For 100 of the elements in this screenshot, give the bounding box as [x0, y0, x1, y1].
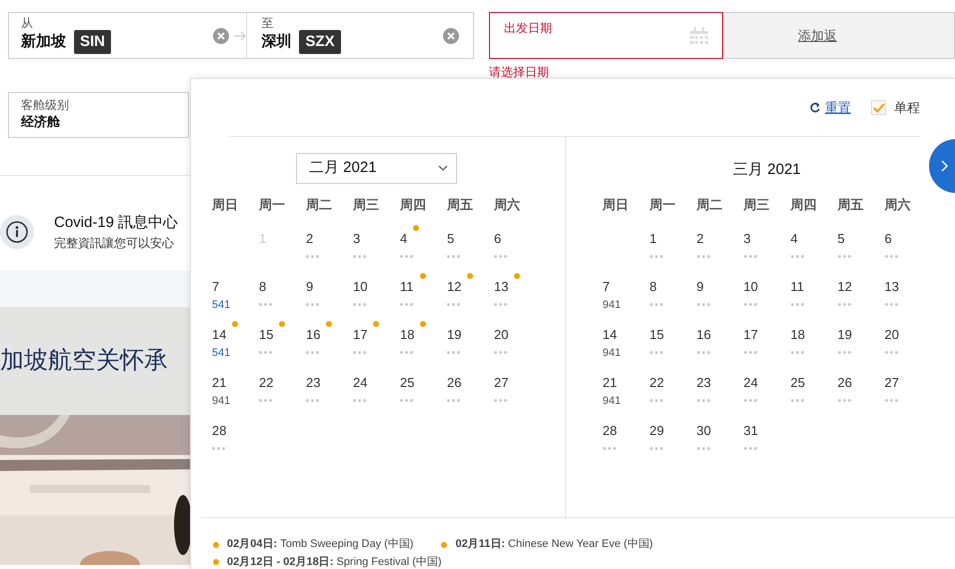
calendar-icon — [690, 27, 708, 44]
day-number[interactable]: 27 — [494, 373, 508, 392]
day-number[interactable]: 7 — [602, 277, 610, 296]
loading-dots-icon — [696, 398, 710, 402]
day-number[interactable]: 16 — [696, 325, 711, 344]
loading-dots-icon — [353, 398, 366, 402]
day-number[interactable]: 14 — [602, 325, 617, 344]
day-number[interactable]: 17 — [744, 325, 758, 344]
day-number[interactable]: 13 — [494, 277, 508, 296]
day-number[interactable]: 22 — [650, 373, 664, 392]
day-number[interactable]: 13 — [884, 277, 899, 296]
one-way-checkbox[interactable] — [871, 100, 886, 115]
day-number[interactable]: 23 — [306, 373, 320, 392]
loading-dots-icon — [447, 254, 460, 258]
day-number[interactable]: 31 — [744, 421, 758, 440]
day-number[interactable]: 11 — [400, 277, 414, 296]
day-number[interactable]: 9 — [696, 277, 704, 296]
loading-dots-icon — [650, 350, 662, 354]
day-number[interactable]: 17 — [353, 325, 368, 344]
day-number[interactable]: 3 — [744, 229, 751, 248]
day-number[interactable]: 24 — [744, 373, 758, 392]
day-number[interactable]: 15 — [259, 325, 274, 344]
day-number[interactable]: 25 — [400, 373, 414, 392]
loading-dots-icon — [838, 398, 850, 402]
loading-dots-icon — [744, 350, 756, 354]
loading-dots-icon — [650, 398, 662, 402]
loading-dots-icon — [884, 302, 898, 306]
holiday-legend: 02月04日: Tomb Sweeping Day (中国) — [227, 536, 414, 554]
loading-dots-icon — [744, 254, 756, 258]
day-number[interactable]: 25 — [790, 373, 805, 392]
route-field[interactable]: 从 新加坡 SIN 至 深圳 SZX — [8, 12, 474, 59]
covid-banner[interactable]: Covid-19 訊息中心 完整資訊讓您可以安心 — [0, 194, 190, 270]
loading-dots-icon — [212, 446, 225, 450]
reset-link[interactable]: 重置 — [825, 98, 851, 118]
day-number[interactable]: 18 — [400, 325, 414, 344]
day-number[interactable]: 28 — [212, 421, 226, 440]
loading-dots-icon — [400, 302, 413, 306]
day-number[interactable]: 8 — [259, 277, 266, 296]
day-number[interactable]: 11 — [790, 277, 804, 296]
day-number[interactable]: 9 — [306, 277, 314, 296]
city-name: 深圳 — [261, 32, 292, 52]
day-number[interactable]: 12 — [447, 277, 462, 296]
day-number[interactable]: 23 — [696, 373, 711, 392]
day-number[interactable]: 4 — [790, 229, 798, 248]
day-number[interactable]: 7 — [212, 277, 220, 296]
day-number[interactable]: 20 — [494, 325, 508, 344]
day-number[interactable]: 8 — [650, 277, 657, 296]
field-label: 客舱级别 — [21, 98, 70, 112]
day-number[interactable]: 21 — [212, 373, 226, 392]
day-number[interactable]: 14 — [212, 325, 226, 344]
day-number[interactable]: 20 — [884, 325, 899, 344]
day-number[interactable]: 6 — [494, 229, 502, 248]
day-number[interactable]: 12 — [838, 277, 852, 296]
loading-dots-icon — [790, 254, 804, 258]
day-number[interactable]: 16 — [306, 325, 320, 344]
loading-dots-icon — [400, 398, 413, 402]
day-number[interactable]: 2 — [306, 229, 314, 248]
loading-dots-icon — [790, 350, 804, 354]
loading-dots-icon — [494, 302, 507, 306]
add-return-link[interactable]: 添加返 — [798, 26, 837, 46]
weekday-label: 周三 — [744, 196, 770, 214]
day-number[interactable]: 4 — [400, 229, 408, 248]
day-number[interactable]: 29 — [650, 421, 664, 440]
clear-icon[interactable] — [213, 28, 230, 44]
day-number[interactable]: 26 — [447, 373, 462, 392]
day-number[interactable]: 5 — [447, 229, 454, 248]
day-number[interactable]: 22 — [259, 373, 274, 392]
fare-price: 541 — [212, 298, 230, 312]
loading-dots-icon — [650, 446, 662, 450]
day-number[interactable]: 18 — [790, 325, 805, 344]
day-number[interactable]: 28 — [602, 421, 617, 440]
day-number[interactable]: 24 — [353, 373, 368, 392]
loading-dots-icon — [400, 254, 413, 258]
weekday-label: 周日 — [602, 196, 628, 214]
clear-icon[interactable] — [443, 28, 460, 44]
day-number[interactable]: 1 — [650, 229, 657, 248]
day-number[interactable]: 10 — [353, 277, 368, 296]
departure-date-field[interactable]: 出发日期 — [489, 12, 723, 59]
day-number[interactable]: 10 — [744, 277, 758, 296]
day-number[interactable]: 27 — [884, 373, 899, 392]
day-number[interactable]: 6 — [884, 229, 892, 248]
airport-code: SIN — [74, 30, 112, 54]
day-number[interactable]: 15 — [650, 325, 664, 344]
day-number[interactable]: 5 — [838, 229, 845, 248]
day-number[interactable]: 19 — [838, 325, 852, 344]
holiday-dot-icon — [441, 542, 448, 548]
day-number[interactable]: 21 — [602, 373, 617, 392]
day-number[interactable]: 2 — [696, 229, 704, 248]
day-number[interactable]: 26 — [838, 373, 852, 392]
holiday-legend: 02月11日: Chinese New Year Eve (中国) — [455, 536, 653, 554]
month-select[interactable]: 二月 2021 — [296, 153, 457, 184]
day-number[interactable]: 3 — [353, 229, 360, 248]
loading-dots-icon — [259, 350, 272, 354]
day-number[interactable]: 19 — [447, 325, 462, 344]
field-label: 至 — [261, 16, 274, 30]
day-number[interactable]: 30 — [696, 421, 711, 440]
refresh-icon[interactable] — [810, 102, 821, 113]
chevron-down-icon — [438, 165, 448, 172]
loading-dots-icon — [838, 302, 850, 306]
cabin-class-field[interactable]: 客舱级别 经济舱 — [8, 92, 189, 138]
